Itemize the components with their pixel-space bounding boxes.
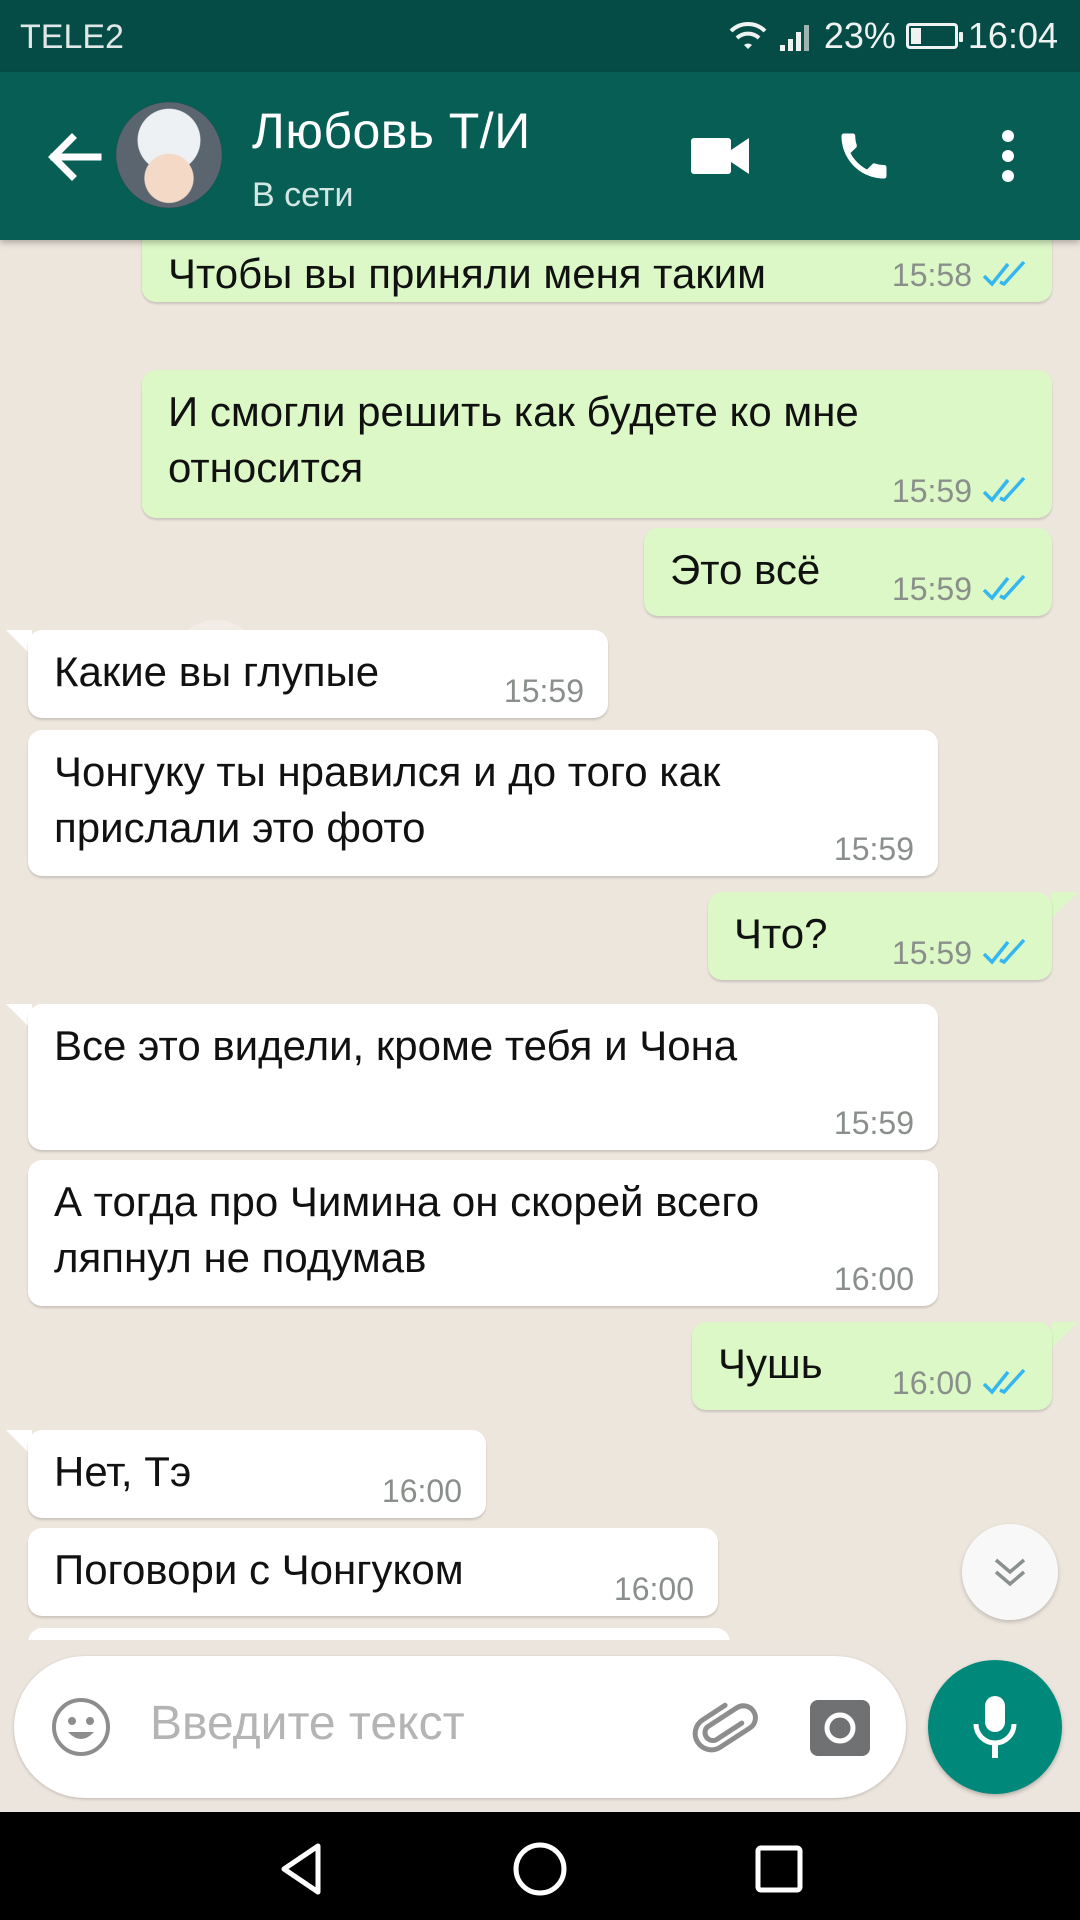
message-bubble[interactable]: Что? 15:59: [708, 892, 1052, 980]
scroll-to-bottom-button[interactable]: [962, 1524, 1058, 1620]
back-button[interactable]: [40, 122, 110, 192]
battery-percent: 23%: [823, 15, 896, 56]
message-text: Поговори с Чонгуком: [54, 1546, 464, 1593]
message-bubble[interactable]: Нет, Тэ 16:00: [28, 1430, 486, 1518]
arrow-left-icon: [48, 133, 102, 181]
message-bubble[interactable]: Поговори с Чонгуком 16:00: [28, 1528, 718, 1616]
message-time: 15:59: [891, 571, 972, 607]
message-time: 16:00: [381, 1473, 462, 1509]
voice-call-button[interactable]: [824, 116, 904, 196]
message-bubble[interactable]: И смогли решить как будете ко мне относи…: [142, 370, 1052, 518]
battery-icon: [905, 23, 963, 49]
nav-back-button[interactable]: [266, 1834, 336, 1904]
phone-icon: [841, 133, 887, 179]
signal-icon: [779, 25, 809, 51]
message-composer: Введите текст: [14, 1656, 906, 1798]
mic-button[interactable]: [928, 1660, 1062, 1794]
message-text-line: И смогли решить как будете ко мне: [168, 388, 859, 435]
message-bubble[interactable]: Какие вы глупые 15:59: [28, 630, 608, 718]
message-time: 15:59: [891, 935, 972, 971]
message-time: 15:59: [891, 473, 972, 509]
double-chevron-down-icon: [994, 1558, 1026, 1587]
attach-button[interactable]: [690, 1694, 762, 1766]
message-bubble[interactable]: А тогда про Чимина он скорей всего ляпну…: [28, 1160, 938, 1306]
bubble-tail: [1052, 1322, 1078, 1348]
message-text-line: А тогда про Чимина он скорей всего: [54, 1178, 760, 1225]
status-icons: 23% 16:04: [728, 12, 1058, 60]
message-bubble[interactable]: Чушь 16:00: [692, 1322, 1052, 1410]
read-receipt-icon: [982, 476, 1026, 503]
message-time: 15:59: [833, 831, 914, 867]
read-receipt-icon: [982, 938, 1026, 965]
message-time: 15:59: [503, 673, 584, 709]
bubble-tail: [1052, 892, 1078, 918]
video-camera-icon: [691, 138, 749, 174]
message-text: Все это видели, кроме тебя и Чона: [54, 1022, 738, 1069]
message-input[interactable]: Введите текст: [150, 1696, 465, 1751]
chat-header: Любовь Т/И В сети: [0, 72, 1080, 240]
contact-name[interactable]: Любовь Т/И: [252, 102, 531, 160]
message-text-line: Чонгуку ты нравился и до того как: [54, 748, 721, 795]
message-text-line: ляпнул не подумав: [54, 1234, 427, 1281]
message-bubble[interactable]: Чонгуку ты нравился и до того как присла…: [28, 730, 938, 876]
nav-recents-button[interactable]: [744, 1834, 814, 1904]
video-call-button[interactable]: [680, 116, 760, 196]
message-text: Какие вы глупые: [54, 648, 380, 695]
read-receipt-icon: [982, 260, 1026, 287]
status-bar: TELE2 23% 16:04: [0, 0, 1080, 72]
system-nav-bar: [0, 1812, 1080, 1920]
nav-home-button[interactable]: [505, 1834, 575, 1904]
message-text: Чушь: [718, 1340, 823, 1387]
menu-button[interactable]: [968, 116, 1048, 196]
message-time: 16:00: [613, 1571, 694, 1607]
message-bubble[interactable]: Все это видели, кроме тебя и Чона 15:59: [28, 1004, 938, 1150]
camera-button[interactable]: [808, 1696, 872, 1760]
message-bubble[interactable]: Это всё 15:59: [644, 528, 1052, 616]
message-time: 16:00: [833, 1261, 914, 1297]
message-list[interactable]: Чтобы вы приняли меня таким 15:58 И смог…: [0, 240, 1080, 1640]
message-bubble[interactable]: Чтобы вы приняли меня таким 15:58: [142, 240, 1052, 302]
message-time: 15:58: [891, 257, 972, 293]
clock: 16:04: [967, 15, 1058, 56]
contact-avatar[interactable]: [116, 102, 222, 208]
read-receipt-icon: [982, 574, 1026, 601]
message-time: 16:00: [891, 1365, 972, 1401]
microphone-icon: [973, 1696, 1017, 1758]
message-text-line: прислали это фото: [54, 804, 426, 851]
read-receipt-icon: [982, 1368, 1026, 1395]
message-text: Это всё: [670, 546, 821, 593]
carrier-label: TELE2: [20, 18, 124, 56]
wifi-icon: [729, 21, 767, 49]
contact-status: В сети: [252, 176, 354, 214]
emoji-button[interactable]: [50, 1696, 112, 1758]
message-time: 15:59: [833, 1105, 914, 1141]
message-bubble-partial[interactable]: [28, 1628, 730, 1640]
more-vertical-icon: [1002, 130, 1014, 182]
